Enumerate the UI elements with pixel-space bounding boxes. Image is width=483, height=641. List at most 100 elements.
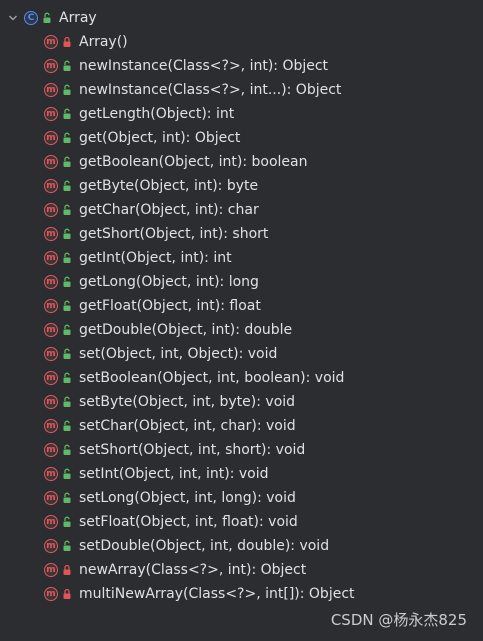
- tree-node-method[interactable]: m setDouble(Object, int, double): void: [0, 534, 483, 558]
- tree-node-method[interactable]: m setByte(Object, int, byte): void: [0, 390, 483, 414]
- method-icon: m: [44, 419, 58, 433]
- watermark: CSDN @杨永杰825: [330, 611, 467, 629]
- method-icon: m: [44, 515, 58, 529]
- method-label: setByte(Object, int, byte): void: [79, 394, 296, 410]
- method-label: setLong(Object, int, long): void: [79, 490, 296, 506]
- class-icon: C: [24, 11, 38, 25]
- method-label: getBoolean(Object, int): boolean: [79, 154, 308, 170]
- structure-tree: C Array m Array() m newInstance(Class<?>, i…: [0, 6, 483, 606]
- method-icon: m: [44, 539, 58, 553]
- tree-node-method[interactable]: m newInstance(Class<?>, int): Object: [0, 54, 483, 78]
- public-access-icon: [62, 300, 72, 312]
- tree-node-method[interactable]: m getLong(Object, int): long: [0, 270, 483, 294]
- tree-node-method[interactable]: m setLong(Object, int, long): void: [0, 486, 483, 510]
- method-label: getLong(Object, int): long: [79, 274, 259, 290]
- tree-node-method[interactable]: m setFloat(Object, int, float): void: [0, 510, 483, 534]
- method-icon: m: [44, 179, 58, 193]
- public-access-icon: [42, 12, 52, 24]
- tree-node-method[interactable]: m getFloat(Object, int): float: [0, 294, 483, 318]
- method-icon: m: [44, 323, 58, 337]
- tree-node-class-array[interactable]: C Array: [0, 6, 483, 30]
- chevron-down-icon[interactable]: [6, 11, 20, 25]
- method-icon: m: [44, 491, 58, 505]
- public-access-icon: [62, 108, 72, 120]
- tree-node-method[interactable]: m getInt(Object, int): int: [0, 246, 483, 270]
- method-label: getInt(Object, int): int: [79, 250, 232, 266]
- public-access-icon: [62, 276, 72, 288]
- method-label: setDouble(Object, int, double): void: [79, 538, 330, 554]
- tree-node-method[interactable]: m getLength(Object): int: [0, 102, 483, 126]
- method-list: m Array() m newInstance(Class<?>, int): Obj…: [0, 30, 483, 606]
- tree-node-method[interactable]: m newInstance(Class<?>, int...): Object: [0, 78, 483, 102]
- tree-node-method[interactable]: m newArray(Class<?>, int): Object: [0, 558, 483, 582]
- method-label: Array(): [79, 34, 128, 50]
- method-label: newInstance(Class<?>, int): Object: [79, 58, 329, 74]
- method-label: set(Object, int, Object): void: [79, 346, 278, 362]
- tree-node-method[interactable]: m setShort(Object, int, short): void: [0, 438, 483, 462]
- method-label: newArray(Class<?>, int): Object: [79, 562, 307, 578]
- method-label: getChar(Object, int): char: [79, 202, 259, 218]
- private-access-icon: [62, 588, 72, 600]
- tree-node-method[interactable]: m setInt(Object, int, int): void: [0, 462, 483, 486]
- method-icon: m: [44, 443, 58, 457]
- public-access-icon: [62, 180, 72, 192]
- tree-node-method[interactable]: m Array(): [0, 30, 483, 54]
- method-label: getByte(Object, int): byte: [79, 178, 259, 194]
- method-label: getFloat(Object, int): float: [79, 298, 261, 314]
- public-access-icon: [62, 348, 72, 360]
- method-icon: m: [44, 395, 58, 409]
- method-icon: m: [44, 107, 58, 121]
- public-access-icon: [62, 132, 72, 144]
- tree-node-method[interactable]: m setBoolean(Object, int, boolean): void: [0, 366, 483, 390]
- tree-node-method[interactable]: m multiNewArray(Class<?>, int[]): Object: [0, 582, 483, 606]
- method-label: getShort(Object, int): short: [79, 226, 269, 242]
- tree-node-method[interactable]: m setChar(Object, int, char): void: [0, 414, 483, 438]
- method-icon: m: [44, 251, 58, 265]
- public-access-icon: [62, 228, 72, 240]
- public-access-icon: [62, 468, 72, 480]
- method-label: getLength(Object): int: [79, 106, 235, 122]
- tree-node-method[interactable]: m getByte(Object, int): byte: [0, 174, 483, 198]
- public-access-icon: [62, 156, 72, 168]
- method-label: getDouble(Object, int): double: [79, 322, 293, 338]
- public-access-icon: [62, 444, 72, 456]
- method-label: newInstance(Class<?>, int...): Object: [79, 82, 342, 98]
- public-access-icon: [62, 396, 72, 408]
- tree-node-method[interactable]: m get(Object, int): Object: [0, 126, 483, 150]
- method-label: setChar(Object, int, char): void: [79, 418, 296, 434]
- tree-node-method[interactable]: m set(Object, int, Object): void: [0, 342, 483, 366]
- method-icon: m: [44, 227, 58, 241]
- public-access-icon: [62, 516, 72, 528]
- method-icon: m: [44, 563, 58, 577]
- private-access-icon: [62, 36, 72, 48]
- method-label: setShort(Object, int, short): void: [79, 442, 306, 458]
- public-access-icon: [62, 60, 72, 72]
- tree-node-method[interactable]: m getDouble(Object, int): double: [0, 318, 483, 342]
- method-label: setBoolean(Object, int, boolean): void: [79, 370, 345, 386]
- method-label: setInt(Object, int, int): void: [79, 466, 269, 482]
- method-label: setFloat(Object, int, float): void: [79, 514, 298, 530]
- public-access-icon: [62, 372, 72, 384]
- method-icon: m: [44, 59, 58, 73]
- public-access-icon: [62, 204, 72, 216]
- method-icon: m: [44, 35, 58, 49]
- public-access-icon: [62, 420, 72, 432]
- method-icon: m: [44, 203, 58, 217]
- method-icon: m: [44, 467, 58, 481]
- method-icon: m: [44, 347, 58, 361]
- method-icon: m: [44, 587, 58, 601]
- public-access-icon: [62, 540, 72, 552]
- method-icon: m: [44, 155, 58, 169]
- public-access-icon: [62, 84, 72, 96]
- tree-node-method[interactable]: m getChar(Object, int): char: [0, 198, 483, 222]
- method-icon: m: [44, 371, 58, 385]
- public-access-icon: [62, 252, 72, 264]
- method-icon: m: [44, 83, 58, 97]
- method-icon: m: [44, 131, 58, 145]
- public-access-icon: [62, 324, 72, 336]
- tree-node-method[interactable]: m getBoolean(Object, int): boolean: [0, 150, 483, 174]
- tree-node-method[interactable]: m getShort(Object, int): short: [0, 222, 483, 246]
- method-label: get(Object, int): Object: [79, 130, 241, 146]
- method-icon: m: [44, 299, 58, 313]
- public-access-icon: [62, 492, 72, 504]
